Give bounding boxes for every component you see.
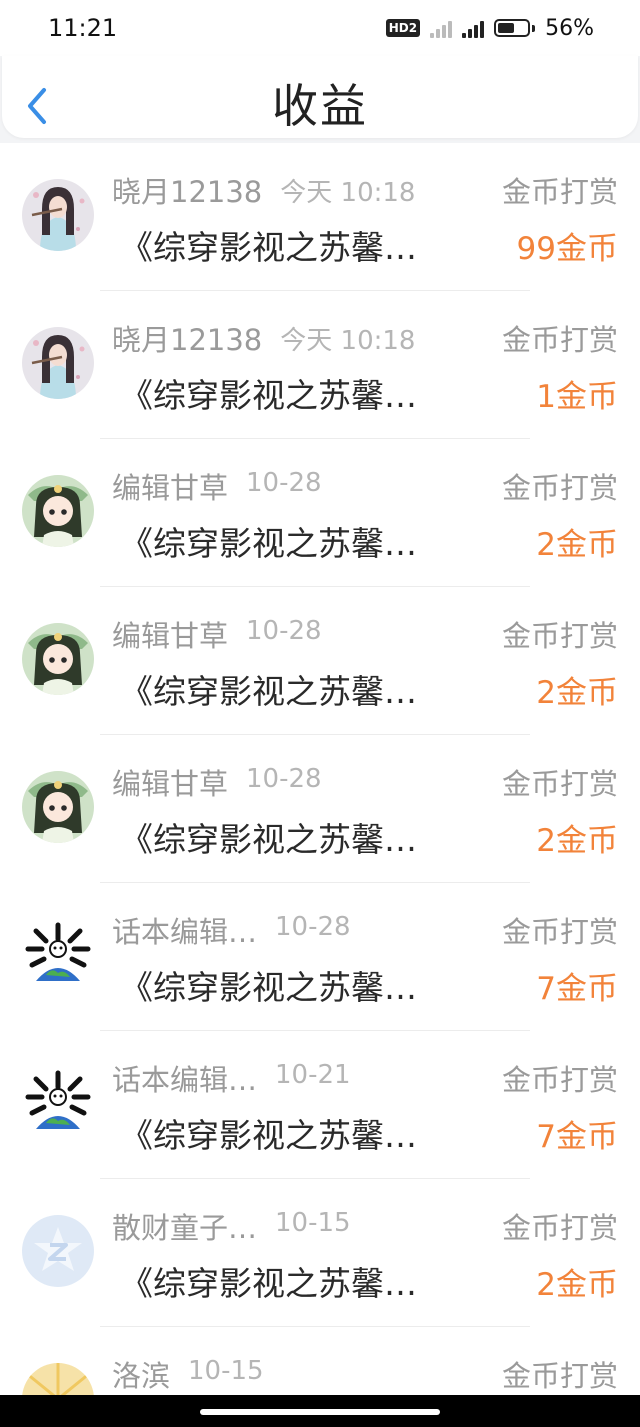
battery-percent: 56%	[545, 15, 594, 41]
earning-type: 金币打赏	[501, 1359, 618, 1393]
earning-type: 金币打赏	[501, 767, 618, 801]
earning-row[interactable]: 编辑甘草 10-28 金币打赏《综穿影视之苏馨… 2金币	[0, 439, 640, 587]
coin-amount: 7金币	[536, 1119, 618, 1155]
username: 洛滨	[112, 1359, 171, 1393]
timestamp: 10-21	[275, 1060, 351, 1090]
page-title: 收益	[272, 79, 368, 133]
earning-row[interactable]: 洛滨 10-15 金币打赏	[0, 1327, 640, 1395]
book-title: 《综穿影视之苏馨…	[120, 376, 417, 415]
earning-type: 金币打赏	[501, 619, 618, 653]
book-title: 《综穿影视之苏馨…	[120, 1116, 417, 1155]
chibi-girl-avatar[interactable]	[22, 771, 94, 843]
username: 话本编辑…	[112, 1063, 258, 1097]
username: 编辑甘草	[112, 471, 229, 505]
username: 晓月12138	[112, 175, 263, 209]
coin-amount: 2金币	[536, 527, 618, 563]
sim1-signal-icon	[430, 18, 453, 38]
anime-girl-avatar[interactable]	[22, 179, 94, 251]
earth-creature-avatar[interactable]	[22, 919, 94, 991]
timestamp: 10-15	[188, 1356, 264, 1386]
earth-creature-avatar[interactable]	[22, 1067, 94, 1139]
coin-amount: 2金币	[536, 675, 618, 711]
timestamp: 今天 10:18	[280, 178, 416, 208]
timestamp: 10-15	[275, 1208, 351, 1238]
earning-row[interactable]: 话本编辑… 10-21 金币打赏《综穿影视之苏馨… 7金币	[0, 1031, 640, 1179]
username: 编辑甘草	[112, 767, 229, 801]
book-title: 《综穿影视之苏馨…	[120, 228, 417, 267]
hd-voice-icon: HD2	[385, 19, 421, 37]
coin-amount: 1金币	[536, 379, 618, 415]
book-title: 《综穿影视之苏馨…	[120, 1264, 417, 1303]
app-header: 收益	[2, 56, 638, 138]
username: 散财童子…	[112, 1211, 258, 1245]
timestamp: 10-28	[246, 468, 322, 498]
earning-type: 金币打赏	[501, 175, 618, 209]
coin-amount: 7金币	[536, 971, 618, 1007]
earning-type: 金币打赏	[501, 915, 618, 949]
earning-row[interactable]: 晓月12138 今天 10:18 金币打赏《综穿影视之苏馨… 1金币	[0, 291, 640, 439]
earning-row[interactable]: 编辑甘草 10-28 金币打赏《综穿影视之苏馨… 2金币	[0, 587, 640, 735]
sim2-5g-signal-icon	[462, 18, 485, 38]
timestamp: 今天 10:18	[280, 326, 416, 356]
earning-type: 金币打赏	[501, 471, 618, 505]
book-title: 《综穿影视之苏馨…	[120, 524, 417, 563]
coin-amount: 2金币	[536, 1267, 618, 1303]
battery-icon	[494, 19, 536, 37]
book-title: 《综穿影视之苏馨…	[120, 968, 417, 1007]
earning-type: 金币打赏	[501, 1063, 618, 1097]
book-title: 《综穿影视之苏馨…	[120, 820, 417, 859]
earning-row[interactable]: 散财童子… 10-15 金币打赏《综穿影视之苏馨… 2金币	[0, 1179, 640, 1327]
timestamp: 10-28	[246, 764, 322, 794]
chibi-girl-avatar[interactable]	[22, 475, 94, 547]
status-icons: HD2 56%	[385, 15, 594, 41]
earning-row[interactable]: 晓月12138 今天 10:18 金币打赏《综穿影视之苏馨… 99金币	[0, 143, 640, 291]
earning-row[interactable]: 编辑甘草 10-28 金币打赏《综穿影视之苏馨… 2金币	[0, 735, 640, 883]
username: 话本编辑…	[112, 915, 258, 949]
home-indicator[interactable]	[200, 1409, 440, 1415]
anime-girl-avatar[interactable]	[22, 327, 94, 399]
timestamp: 10-28	[246, 616, 322, 646]
default-z-avatar[interactable]	[22, 1215, 94, 1287]
coin-amount: 99金币	[516, 231, 618, 267]
earning-row[interactable]: 话本编辑… 10-28 金币打赏《综穿影视之苏馨… 7金币	[0, 883, 640, 1031]
earning-type: 金币打赏	[501, 323, 618, 357]
status-bar: 11:21 HD2 56%	[0, 0, 640, 56]
earning-type: 金币打赏	[501, 1211, 618, 1245]
chibi-girl-avatar[interactable]	[22, 623, 94, 695]
username: 编辑甘草	[112, 619, 229, 653]
username: 晓月12138	[112, 323, 263, 357]
book-title: 《综穿影视之苏馨…	[120, 672, 417, 711]
navigation-bar	[0, 1395, 640, 1427]
earnings-list[interactable]: 晓月12138 今天 10:18 金币打赏 《综穿影视之苏馨… 99金币 晓月12138 今…	[0, 143, 640, 1395]
status-time: 11:21	[48, 14, 118, 42]
coin-amount: 2金币	[536, 823, 618, 859]
timestamp: 10-28	[275, 912, 351, 942]
cat-avatar[interactable]	[22, 1363, 94, 1395]
